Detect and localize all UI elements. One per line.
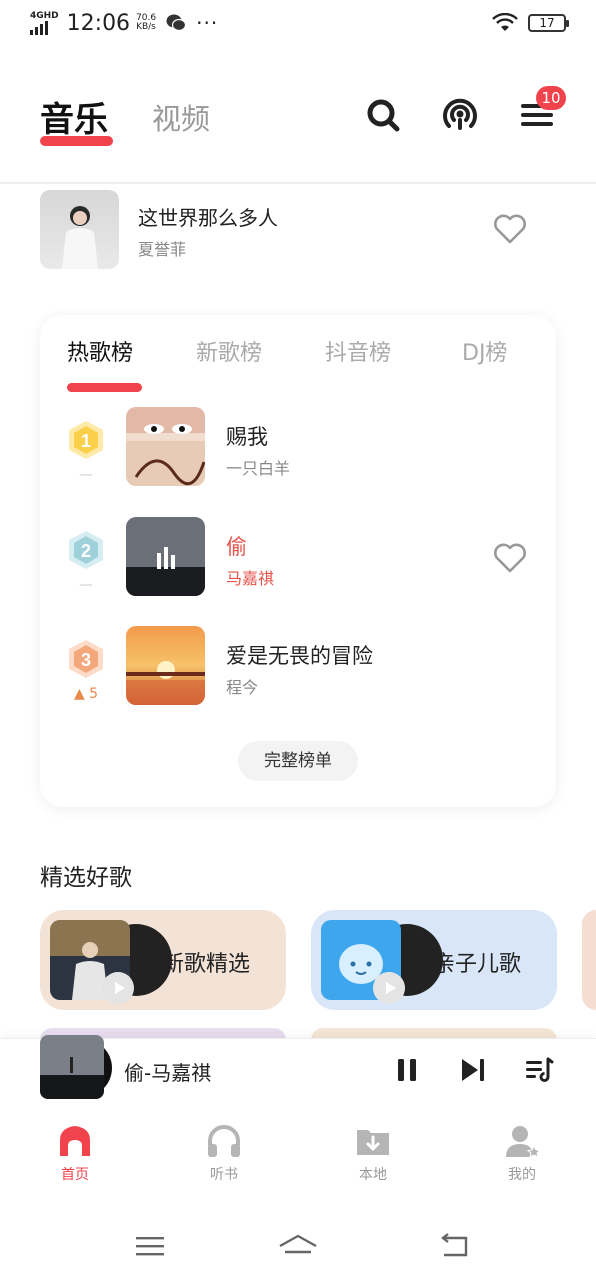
system-menu-icon[interactable] [134, 1232, 166, 1260]
rank-number: 3 [81, 650, 91, 670]
song-artist: 一只白羊 [226, 459, 291, 478]
rank-trend: ▲ 5 [73, 686, 99, 702]
active-tab-indicator [40, 136, 113, 146]
hot-chart-card: 热歌榜 新歌榜 抖音榜 DJ榜 1 — 赐我 一只白羊 2 — 偷 马嘉祺 3 … [40, 315, 556, 807]
system-back-icon[interactable] [438, 1232, 470, 1260]
menu-notification-badge: 10 [536, 86, 566, 110]
nav-profile[interactable]: 我的 [482, 1122, 562, 1184]
nav-label: 听书 [210, 1167, 238, 1183]
network-type: 4GHD [30, 10, 59, 21]
playlist-queue-icon[interactable] [524, 1055, 554, 1085]
header-divider [0, 182, 596, 184]
system-navigation-bar [0, 1212, 596, 1280]
bottom-navigation: 首页 听书 本地 我的 [0, 1102, 596, 1202]
chart-tab-dj[interactable]: DJ榜 [462, 335, 507, 367]
song-title: 赐我 [226, 425, 268, 449]
nav-label: 我的 [508, 1167, 536, 1183]
wechat-icon [166, 14, 187, 32]
rank-3-medal-icon: 3 [69, 640, 103, 678]
song-artist: 夏誉菲 [138, 240, 187, 259]
network-indicator: 4GHD [30, 10, 59, 35]
nav-local[interactable]: 本地 [333, 1122, 413, 1184]
chart-row-3[interactable]: 3 ▲ 5 爱是无畏的冒险 程今 [40, 626, 556, 706]
pick-card-next-peek[interactable] [582, 910, 596, 1010]
song-artist: 程今 [226, 678, 259, 697]
chart-tabs: 热歌榜 新歌榜 抖音榜 DJ榜 [40, 335, 556, 395]
nav-label: 首页 [61, 1167, 89, 1183]
favorite-heart-icon[interactable] [493, 543, 527, 573]
mini-player[interactable]: 偷-马嘉祺 [0, 1035, 596, 1102]
user-profile-icon [506, 1126, 541, 1158]
rank-number: 2 [81, 541, 91, 561]
song-title: 这世界那么多人 [138, 206, 278, 230]
top-header: 音乐 视频 [0, 70, 596, 182]
status-bar: 4GHD 12:06 70.6 KB/s ··· 17 [0, 0, 596, 46]
home-icon [60, 1126, 90, 1156]
chart-tab-new[interactable]: 新歌榜 [196, 335, 262, 367]
tab-video[interactable]: 视频 [152, 96, 210, 138]
play-icon[interactable] [102, 972, 134, 1004]
mini-player-title: 偷-马嘉祺 [124, 1061, 212, 1085]
rank-trend: — [79, 577, 93, 593]
chart-row-2[interactable]: 2 — 偷 马嘉祺 [40, 517, 556, 597]
section-title-picks: 精选好歌 [40, 865, 132, 891]
search-icon[interactable] [364, 96, 402, 134]
chart-tab-douyin[interactable]: 抖音榜 [325, 335, 391, 367]
rank-1-medal-icon: 1 [69, 421, 103, 459]
nav-label: 本地 [359, 1167, 387, 1183]
podcast-icon[interactable] [441, 96, 479, 134]
status-time: 12:06 [66, 10, 131, 36]
rank-2-medal-icon: 2 [69, 531, 103, 569]
song-title: 偷 [226, 535, 247, 559]
full-chart-button[interactable]: 完整榜单 [238, 741, 358, 781]
wifi-icon [492, 13, 518, 31]
tab-music[interactable]: 音乐 [40, 92, 108, 141]
recommended-song-item[interactable]: 这世界那么多人 夏誉菲 [40, 190, 560, 270]
chart-tab-hot[interactable]: 热歌榜 [67, 335, 133, 367]
playlist-label: 亲子儿歌 [433, 952, 522, 977]
headphones-icon [208, 1125, 240, 1157]
song-cover-image [40, 190, 119, 269]
signal-icon [30, 20, 48, 35]
song-cover-image [126, 517, 205, 596]
system-home-icon[interactable] [278, 1232, 318, 1260]
song-cover-image [126, 626, 205, 705]
chart-tab-indicator [67, 383, 142, 392]
more-notifications: ··· [196, 11, 219, 35]
nav-home[interactable]: 首页 [35, 1122, 115, 1184]
local-folder-download-icon [357, 1130, 389, 1155]
battery-icon: 17 [528, 14, 569, 32]
song-artist: 马嘉祺 [226, 569, 275, 588]
rank-number: 1 [81, 431, 91, 451]
chart-row-1[interactable]: 1 — 赐我 一只白羊 [40, 407, 556, 487]
play-icon[interactable] [373, 972, 405, 1004]
nav-audiobooks[interactable]: 听书 [184, 1122, 264, 1184]
playlist-label: 新歌精选 [162, 952, 251, 977]
rank-trend: — [79, 467, 93, 483]
pick-card-new-songs[interactable]: 新歌精选 [40, 910, 286, 1010]
song-title: 爱是无畏的冒险 [226, 644, 373, 668]
favorite-heart-icon[interactable] [493, 214, 527, 244]
network-speed: 70.6 KB/s [136, 14, 156, 32]
mini-player-cover [40, 1035, 104, 1099]
pause-icon[interactable] [392, 1055, 422, 1085]
speed-unit: KB/s [136, 22, 156, 32]
pick-card-kids-songs[interactable]: 亲子儿歌 [311, 910, 557, 1010]
next-track-icon[interactable] [458, 1055, 488, 1085]
song-cover-image [126, 407, 205, 486]
